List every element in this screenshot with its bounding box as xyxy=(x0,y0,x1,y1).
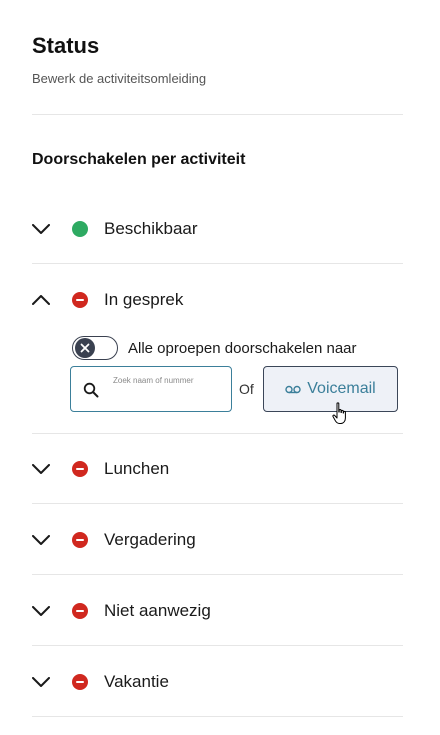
status-busy-icon xyxy=(72,602,88,619)
activity-row-beschikbaar: Beschikbaar xyxy=(32,193,403,264)
activity-row-vakantie: Vakantie xyxy=(32,646,403,717)
search-icon xyxy=(83,382,99,403)
chevron-down-icon[interactable] xyxy=(32,459,60,479)
status-busy-icon xyxy=(72,531,88,548)
section-title: Doorschakelen per activiteit xyxy=(32,151,246,168)
hand-pointer-icon xyxy=(332,402,350,431)
page-subtitle: Bewerk de activiteitsomleiding xyxy=(32,71,207,86)
activity-label: Lunchen xyxy=(104,458,170,478)
activity-label: In gesprek xyxy=(104,289,184,309)
status-available-icon xyxy=(72,220,88,237)
voicemail-label: Voicemail xyxy=(307,380,376,397)
search-placeholder: Zoek naam of nummer xyxy=(113,376,194,385)
chevron-down-icon[interactable] xyxy=(32,601,60,621)
search-input[interactable]: Zoek naam of nummer xyxy=(70,366,232,412)
chevron-down-icon[interactable] xyxy=(32,672,60,692)
activity-row-niet-aanwezig: Niet aanwezig xyxy=(32,575,403,646)
activity-header[interactable]: In gesprek xyxy=(32,264,403,335)
forward-all-toggle[interactable] xyxy=(72,336,118,360)
activity-header[interactable]: Vergadering xyxy=(32,504,403,575)
divider xyxy=(32,114,403,115)
activity-header[interactable]: Beschikbaar xyxy=(32,193,403,264)
voicemail-button[interactable]: Voicemail xyxy=(263,366,398,412)
activity-header[interactable]: Niet aanwezig xyxy=(32,575,403,646)
status-busy-icon xyxy=(72,291,88,308)
forward-all-label: Alle oproepen doorschakelen naar xyxy=(128,339,357,357)
chevron-up-icon[interactable] xyxy=(32,290,60,310)
activity-header[interactable]: Vakantie xyxy=(32,646,403,717)
voicemail-icon xyxy=(285,385,301,394)
activity-row-lunchen: Lunchen xyxy=(32,433,403,504)
status-panel: Status Bewerk de activiteitsomleiding Do… xyxy=(32,0,403,735)
activity-row-vergadering: Vergadering xyxy=(32,504,403,575)
activity-header[interactable]: Lunchen xyxy=(32,433,403,504)
activity-label: Niet aanwezig xyxy=(104,600,211,620)
page-title: Status xyxy=(32,33,100,58)
activity-label: Beschikbaar xyxy=(104,218,198,238)
status-busy-icon xyxy=(72,460,88,477)
activity-label: Vergadering xyxy=(104,529,196,549)
x-icon xyxy=(75,338,95,358)
or-label: Of xyxy=(239,381,254,397)
forward-all-setting: Alle oproepen doorschakelen naar xyxy=(72,336,357,360)
chevron-down-icon[interactable] xyxy=(32,530,60,550)
activity-label: Vakantie xyxy=(104,671,169,691)
chevron-down-icon[interactable] xyxy=(32,219,60,239)
status-busy-icon xyxy=(72,673,88,690)
